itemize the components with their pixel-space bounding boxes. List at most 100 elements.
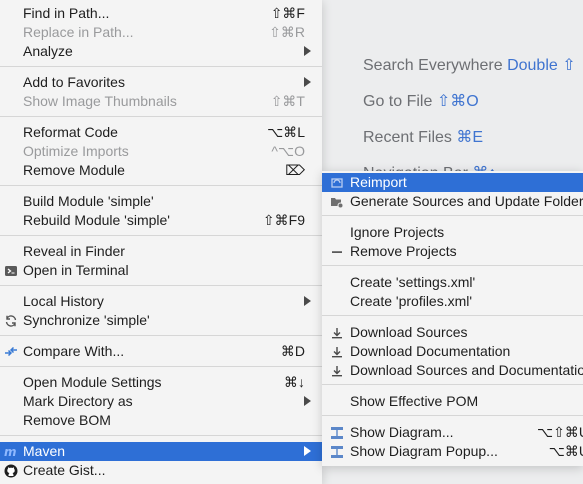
menu-item-shortcut: ⌦ xyxy=(285,162,305,178)
menu-item-label: Generate Sources and Update Folders xyxy=(350,193,583,209)
github-icon xyxy=(4,464,18,478)
menu-separator xyxy=(322,415,583,416)
menu-item-local-history[interactable]: Local History xyxy=(0,292,322,311)
reimport-icon xyxy=(330,176,344,190)
submenu-item-show-diagram[interactable]: Show Diagram... ⌥⇧⌘U xyxy=(322,423,583,442)
hint-shortcut: ⌘E xyxy=(456,129,484,146)
submenu-item-download-documentation[interactable]: Download Documentation xyxy=(322,342,583,361)
hint-search-everywhere: Search Everywhere Double ⇧ xyxy=(363,55,576,75)
menu-item-label: Download Sources and Documentation xyxy=(350,362,583,378)
diagram-icon xyxy=(330,445,344,459)
menu-item-label: Open Module Settings xyxy=(23,374,162,390)
menu-item-label: Local History xyxy=(23,293,104,309)
menu-item-label: Compare With... xyxy=(23,343,125,359)
submenu-item-show-diagram-popup[interactable]: Show Diagram Popup... ⌥⌘U xyxy=(322,442,583,461)
menu-item-shortcut: ⌘D xyxy=(280,343,305,359)
menu-item-label: Remove Projects xyxy=(350,243,457,259)
menu-item-shortcut: ⌥⇧⌘U xyxy=(537,424,583,440)
menu-item-label: Rebuild Module 'simple' xyxy=(23,212,170,228)
submenu-item-generate-sources[interactable]: Generate Sources and Update Folders xyxy=(322,192,583,211)
menu-item-label: Reformat Code xyxy=(23,124,118,140)
hint-shortcut: Double ⇧ xyxy=(507,57,576,74)
compare-icon xyxy=(4,345,18,359)
menu-item-label: Download Documentation xyxy=(350,343,511,359)
submenu-arrow-icon xyxy=(304,77,311,87)
menu-separator xyxy=(0,185,322,186)
project-context-menu: Find in Path... ⇧⌘F Replace in Path... ⇧… xyxy=(0,0,322,484)
menu-item-replace-in-path[interactable]: Replace in Path... ⇧⌘R xyxy=(0,23,322,42)
menu-item-label: Show Diagram Popup... xyxy=(350,443,498,459)
menu-item-label: Reveal in Finder xyxy=(23,243,125,259)
diagram-icon xyxy=(330,426,344,440)
submenu-arrow-icon xyxy=(304,446,311,456)
menu-item-optimize-imports[interactable]: Optimize Imports ^⌥O xyxy=(0,142,322,161)
menu-item-label: Show Diagram... xyxy=(350,424,454,440)
menu-item-label: Remove Module xyxy=(23,162,125,178)
minus-icon xyxy=(330,245,344,259)
menu-item-show-image-thumbnails[interactable]: Show Image Thumbnails ⇧⌘T xyxy=(0,92,322,111)
menu-item-rebuild-module[interactable]: Rebuild Module 'simple' ⇧⌘F9 xyxy=(0,211,322,230)
menu-item-open-module-settings[interactable]: Open Module Settings ⌘↓ xyxy=(0,373,322,392)
download-icon xyxy=(330,364,344,378)
submenu-item-reimport[interactable]: Reimport xyxy=(322,173,583,192)
menu-item-create-gist[interactable]: Create Gist... xyxy=(0,461,322,480)
submenu-item-create-settings-xml[interactable]: Create 'settings.xml' xyxy=(322,273,583,292)
menu-separator xyxy=(322,384,583,385)
menu-item-shortcut: ⇧⌘F9 xyxy=(262,212,305,228)
menu-item-shortcut: ⌘↓ xyxy=(284,374,305,390)
menu-item-label: Open in Terminal xyxy=(23,262,129,278)
menu-item-label: Optimize Imports xyxy=(23,143,129,159)
menu-separator xyxy=(322,265,583,266)
menu-separator xyxy=(322,315,583,316)
hint-recent-files: Recent Files ⌘E xyxy=(363,127,483,147)
submenu-item-show-effective-pom[interactable]: Show Effective POM xyxy=(322,392,583,411)
terminal-icon xyxy=(4,264,18,278)
menu-item-mark-directory-as[interactable]: Mark Directory as xyxy=(0,392,322,411)
menu-item-find-in-path[interactable]: Find in Path... ⇧⌘F xyxy=(0,4,322,23)
menu-item-label: Create 'profiles.xml' xyxy=(350,293,473,309)
refresh-icon xyxy=(4,314,18,328)
submenu-item-download-sources-and-documentation[interactable]: Download Sources and Documentation xyxy=(322,361,583,380)
menu-item-label: Build Module 'simple' xyxy=(23,193,154,209)
menu-item-shortcut: ⇧⌘T xyxy=(270,93,305,109)
menu-item-open-in-terminal[interactable]: Open in Terminal xyxy=(0,261,322,280)
hint-text: Go to File xyxy=(363,93,433,110)
menu-item-maven[interactable]: m Maven xyxy=(0,442,322,461)
menu-item-reveal-in-finder[interactable]: Reveal in Finder xyxy=(0,242,322,261)
menu-item-build-module[interactable]: Build Module 'simple' xyxy=(0,192,322,211)
menu-item-shortcut: ⇧⌘R xyxy=(269,24,305,40)
menu-separator xyxy=(0,285,322,286)
menu-item-remove-module[interactable]: Remove Module ⌦ xyxy=(0,161,322,180)
menu-item-reformat-code[interactable]: Reformat Code ⌥⌘L xyxy=(0,123,322,142)
menu-item-analyze[interactable]: Analyze xyxy=(0,42,322,61)
menu-item-label: Analyze xyxy=(23,43,73,59)
menu-item-label: Replace in Path... xyxy=(23,24,134,40)
menu-item-label: Reimport xyxy=(350,174,407,190)
menu-item-add-to-favorites[interactable]: Add to Favorites xyxy=(0,73,322,92)
welcome-hints: Search Everywhere Double ⇧ Go to File ⇧⌘… xyxy=(363,0,583,200)
menu-separator xyxy=(0,366,322,367)
download-icon xyxy=(330,345,344,359)
submenu-item-download-sources[interactable]: Download Sources xyxy=(322,323,583,342)
menu-item-shortcut: ⌥⌘L xyxy=(267,124,305,140)
menu-item-shortcut: ^⌥O xyxy=(271,143,305,159)
submenu-item-remove-projects[interactable]: Remove Projects xyxy=(322,242,583,261)
menu-item-shortcut: ⌥⌘U xyxy=(548,443,583,459)
submenu-arrow-icon xyxy=(304,296,311,306)
maven-submenu: Reimport Generate Sources and Update Fol… xyxy=(322,171,583,466)
submenu-item-ignore-projects[interactable]: Ignore Projects xyxy=(322,223,583,242)
menu-item-label: Maven xyxy=(23,443,66,459)
menu-item-compare-with[interactable]: Compare With... ⌘D xyxy=(0,342,322,361)
svg-text:m: m xyxy=(4,445,17,459)
hint-go-to-file: Go to File ⇧⌘O xyxy=(363,91,479,111)
menu-item-synchronize[interactable]: Synchronize 'simple' xyxy=(0,311,322,330)
menu-item-label: Mark Directory as xyxy=(23,393,133,409)
menu-item-remove-bom[interactable]: Remove BOM xyxy=(0,411,322,430)
menu-item-label: Synchronize 'simple' xyxy=(23,312,150,328)
menu-item-label: Create 'settings.xml' xyxy=(350,274,476,290)
hint-shortcut: ⇧⌘O xyxy=(436,93,479,110)
menu-item-label: Remove BOM xyxy=(23,412,111,428)
menu-item-label: Create Gist... xyxy=(23,462,106,478)
download-icon xyxy=(330,326,344,340)
submenu-item-create-profiles-xml[interactable]: Create 'profiles.xml' xyxy=(322,292,583,311)
